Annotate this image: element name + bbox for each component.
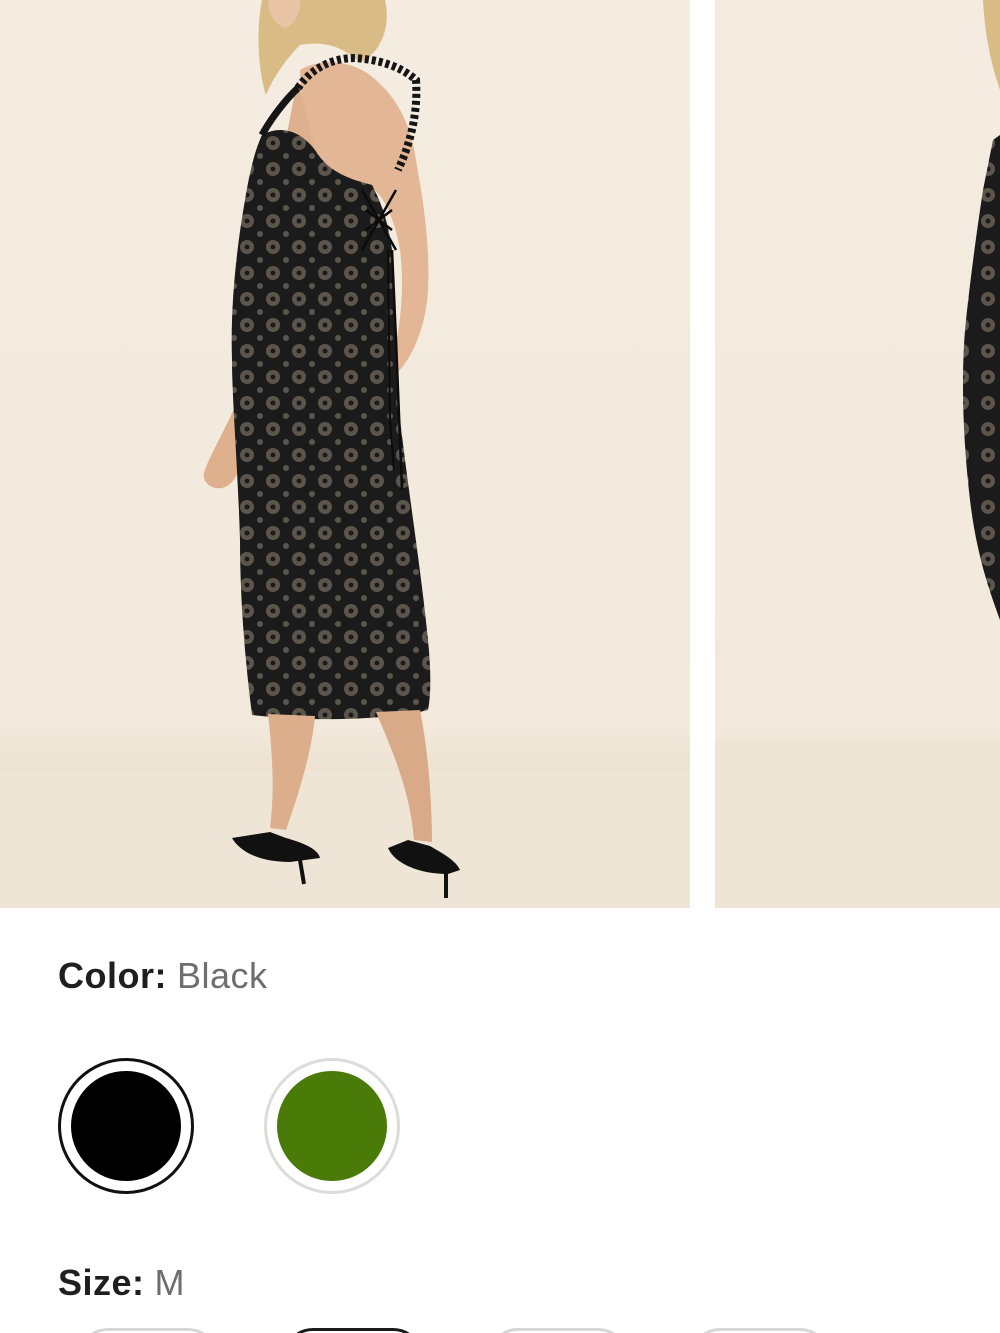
product-image-carousel[interactable] xyxy=(0,0,1000,908)
color-swatch-green[interactable] xyxy=(264,1058,400,1194)
dress-model-illustration xyxy=(0,0,690,908)
swatch-fill-black xyxy=(71,1071,181,1181)
color-label-row: Color: Black xyxy=(58,955,268,997)
color-label: Color: xyxy=(58,955,167,996)
swatch-fill-green xyxy=(277,1071,387,1181)
color-swatch-black[interactable] xyxy=(58,1058,194,1194)
selected-color-value: Black xyxy=(176,955,268,996)
size-option-selected[interactable] xyxy=(283,1328,423,1333)
size-option-row xyxy=(0,1326,1000,1333)
size-option[interactable] xyxy=(690,1328,830,1333)
size-option[interactable] xyxy=(488,1328,628,1333)
product-image-back-view[interactable] xyxy=(0,0,690,908)
color-swatch-group xyxy=(58,1058,458,1196)
size-option[interactable] xyxy=(78,1328,218,1333)
selected-size-value: M xyxy=(154,1262,186,1303)
product-image-side-view[interactable] xyxy=(715,0,1000,908)
size-label-row: Size: M xyxy=(58,1262,185,1304)
dress-model-illustration-partial xyxy=(715,0,1000,908)
size-label: Size: xyxy=(58,1262,145,1303)
